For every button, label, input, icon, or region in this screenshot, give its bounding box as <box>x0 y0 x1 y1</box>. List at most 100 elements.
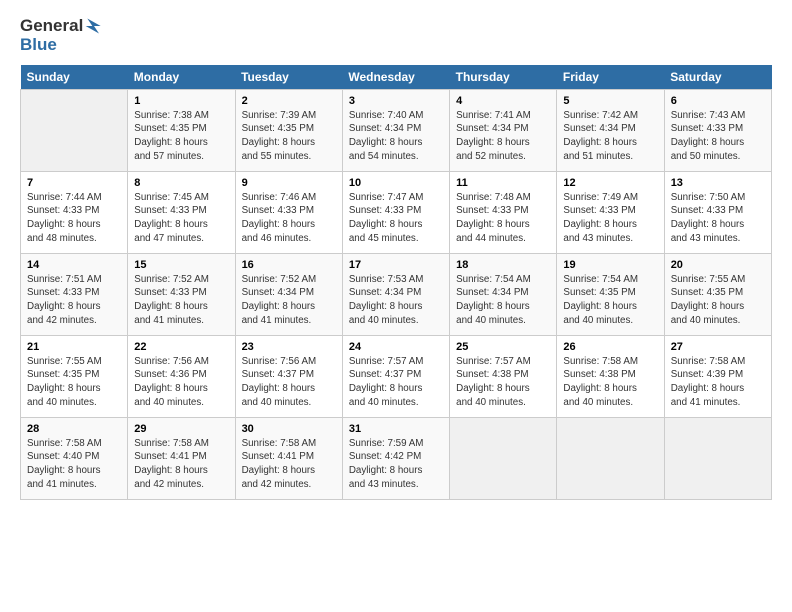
day-cell: 21Sunrise: 7:55 AM Sunset: 4:35 PM Dayli… <box>21 335 128 417</box>
day-info: Sunrise: 7:59 AM Sunset: 4:42 PM Dayligh… <box>349 437 443 492</box>
day-info: Sunrise: 7:57 AM Sunset: 4:38 PM Dayligh… <box>456 355 550 410</box>
day-number: 19 <box>563 259 657 271</box>
day-info: Sunrise: 7:53 AM Sunset: 4:34 PM Dayligh… <box>349 273 443 328</box>
day-number: 29 <box>134 423 228 435</box>
day-number: 18 <box>456 259 550 271</box>
day-cell: 2Sunrise: 7:39 AM Sunset: 4:35 PM Daylig… <box>235 89 342 171</box>
day-number: 23 <box>242 341 336 353</box>
day-info: Sunrise: 7:41 AM Sunset: 4:34 PM Dayligh… <box>456 109 550 164</box>
day-info: Sunrise: 7:45 AM Sunset: 4:33 PM Dayligh… <box>134 191 228 246</box>
day-info: Sunrise: 7:58 AM Sunset: 4:41 PM Dayligh… <box>134 437 228 492</box>
day-number: 1 <box>134 95 228 107</box>
day-number: 10 <box>349 177 443 189</box>
day-cell: 31 Sunrise: 7:59 AM Sunset: 4:42 PM Dayli… <box>342 417 449 499</box>
day-info: Sunrise: 7:58 AM Sunset: 4:40 PM Dayligh… <box>27 437 121 492</box>
day-info: Sunrise: 7:48 AM Sunset: 4:33 PM Dayligh… <box>456 191 550 246</box>
day-cell: 11 Sunrise: 7:48 AM Sunset: 4:33 PM Dayli… <box>450 171 557 253</box>
day-cell: 22 Sunrise: 7:56 AM Sunset: 4:36 PM Dayli… <box>128 335 235 417</box>
header: General Blue <box>20 16 772 55</box>
day-number: 5 <box>563 95 657 107</box>
day-info: Sunrise: 7:54 AM Sunset: 4:34 PM Dayligh… <box>456 273 550 328</box>
day-number: 21 <box>27 341 121 353</box>
week-row-2: 14 Sunrise: 7:51 AM Sunset: 4:33 PM Dayli… <box>21 253 772 335</box>
day-cell <box>21 89 128 171</box>
header-day-saturday: Saturday <box>664 65 771 90</box>
day-number: 2 <box>242 95 336 107</box>
logo-general-text: General <box>20 17 83 36</box>
day-number: 16 <box>242 259 336 271</box>
day-cell: 3Sunrise: 7:40 AM Sunset: 4:34 PM Daylig… <box>342 89 449 171</box>
logo-arrow-icon <box>84 16 104 36</box>
day-cell <box>664 417 771 499</box>
day-number: 25 <box>456 341 550 353</box>
calendar-body: 1Sunrise: 7:38 AM Sunset: 4:35 PM Daylig… <box>21 89 772 499</box>
day-cell: 20 Sunrise: 7:55 AM Sunset: 4:35 PM Dayli… <box>664 253 771 335</box>
week-row-3: 21Sunrise: 7:55 AM Sunset: 4:35 PM Dayli… <box>21 335 772 417</box>
week-row-1: 7 Sunrise: 7:44 AM Sunset: 4:33 PM Daylig… <box>21 171 772 253</box>
day-info: Sunrise: 7:50 AM Sunset: 4:33 PM Dayligh… <box>671 191 765 246</box>
day-cell: 25 Sunrise: 7:57 AM Sunset: 4:38 PM Dayli… <box>450 335 557 417</box>
day-cell: 17 Sunrise: 7:53 AM Sunset: 4:34 PM Dayli… <box>342 253 449 335</box>
day-info: Sunrise: 7:56 AM Sunset: 4:36 PM Dayligh… <box>134 355 228 410</box>
day-info: Sunrise: 7:58 AM Sunset: 4:39 PM Dayligh… <box>671 355 765 410</box>
day-number: 14 <box>27 259 121 271</box>
day-info: Sunrise: 7:56 AM Sunset: 4:37 PM Dayligh… <box>242 355 336 410</box>
day-number: 12 <box>563 177 657 189</box>
day-info: Sunrise: 7:55 AM Sunset: 4:35 PM Dayligh… <box>671 273 765 328</box>
day-cell: 5 Sunrise: 7:42 AM Sunset: 4:34 PM Daylig… <box>557 89 664 171</box>
header-day-wednesday: Wednesday <box>342 65 449 90</box>
day-number: 20 <box>671 259 765 271</box>
day-info: Sunrise: 7:54 AM Sunset: 4:35 PM Dayligh… <box>563 273 657 328</box>
day-cell: 4 Sunrise: 7:41 AM Sunset: 4:34 PM Daylig… <box>450 89 557 171</box>
header-day-friday: Friday <box>557 65 664 90</box>
day-cell: 1Sunrise: 7:38 AM Sunset: 4:35 PM Daylig… <box>128 89 235 171</box>
logo-blue-text: Blue <box>20 36 57 55</box>
day-cell: 14 Sunrise: 7:51 AM Sunset: 4:33 PM Dayli… <box>21 253 128 335</box>
day-info: Sunrise: 7:46 AM Sunset: 4:33 PM Dayligh… <box>242 191 336 246</box>
calendar-header: SundayMondayTuesdayWednesdayThursdayFrid… <box>21 65 772 90</box>
day-info: Sunrise: 7:52 AM Sunset: 4:33 PM Dayligh… <box>134 273 228 328</box>
week-row-4: 28 Sunrise: 7:58 AM Sunset: 4:40 PM Dayli… <box>21 417 772 499</box>
header-day-tuesday: Tuesday <box>235 65 342 90</box>
header-day-sunday: Sunday <box>21 65 128 90</box>
page: General Blue SundayMondayTuesdayWednesda… <box>0 0 792 612</box>
day-cell: 26Sunrise: 7:58 AM Sunset: 4:38 PM Dayli… <box>557 335 664 417</box>
day-info: Sunrise: 7:57 AM Sunset: 4:37 PM Dayligh… <box>349 355 443 410</box>
day-info: Sunrise: 7:47 AM Sunset: 4:33 PM Dayligh… <box>349 191 443 246</box>
day-cell: 19 Sunrise: 7:54 AM Sunset: 4:35 PM Dayli… <box>557 253 664 335</box>
day-cell: 12 Sunrise: 7:49 AM Sunset: 4:33 PM Dayli… <box>557 171 664 253</box>
day-number: 3 <box>349 95 443 107</box>
day-info: Sunrise: 7:51 AM Sunset: 4:33 PM Dayligh… <box>27 273 121 328</box>
day-cell: 29 Sunrise: 7:58 AM Sunset: 4:41 PM Dayli… <box>128 417 235 499</box>
day-number: 4 <box>456 95 550 107</box>
day-number: 28 <box>27 423 121 435</box>
day-number: 30 <box>242 423 336 435</box>
day-cell <box>557 417 664 499</box>
day-number: 22 <box>134 341 228 353</box>
day-info: Sunrise: 7:42 AM Sunset: 4:34 PM Dayligh… <box>563 109 657 164</box>
day-cell: 10 Sunrise: 7:47 AM Sunset: 4:33 PM Dayli… <box>342 171 449 253</box>
day-info: Sunrise: 7:58 AM Sunset: 4:41 PM Dayligh… <box>242 437 336 492</box>
header-day-thursday: Thursday <box>450 65 557 90</box>
day-cell: 23 Sunrise: 7:56 AM Sunset: 4:37 PM Dayli… <box>235 335 342 417</box>
header-row: SundayMondayTuesdayWednesdayThursdayFrid… <box>21 65 772 90</box>
day-number: 24 <box>349 341 443 353</box>
day-number: 15 <box>134 259 228 271</box>
day-cell: 30 Sunrise: 7:58 AM Sunset: 4:41 PM Dayli… <box>235 417 342 499</box>
day-number: 13 <box>671 177 765 189</box>
day-cell: 16Sunrise: 7:52 AM Sunset: 4:34 PM Dayli… <box>235 253 342 335</box>
day-cell: 6Sunrise: 7:43 AM Sunset: 4:33 PM Daylig… <box>664 89 771 171</box>
day-info: Sunrise: 7:44 AM Sunset: 4:33 PM Dayligh… <box>27 191 121 246</box>
day-number: 17 <box>349 259 443 271</box>
week-row-0: 1Sunrise: 7:38 AM Sunset: 4:35 PM Daylig… <box>21 89 772 171</box>
day-number: 11 <box>456 177 550 189</box>
day-cell: 7 Sunrise: 7:44 AM Sunset: 4:33 PM Daylig… <box>21 171 128 253</box>
day-number: 31 <box>349 423 443 435</box>
day-cell: 24 Sunrise: 7:57 AM Sunset: 4:37 PM Dayli… <box>342 335 449 417</box>
day-cell: 9Sunrise: 7:46 AM Sunset: 4:33 PM Daylig… <box>235 171 342 253</box>
day-number: 6 <box>671 95 765 107</box>
day-cell <box>450 417 557 499</box>
day-cell: 27Sunrise: 7:58 AM Sunset: 4:39 PM Dayli… <box>664 335 771 417</box>
day-info: Sunrise: 7:49 AM Sunset: 4:33 PM Dayligh… <box>563 191 657 246</box>
day-number: 7 <box>27 177 121 189</box>
